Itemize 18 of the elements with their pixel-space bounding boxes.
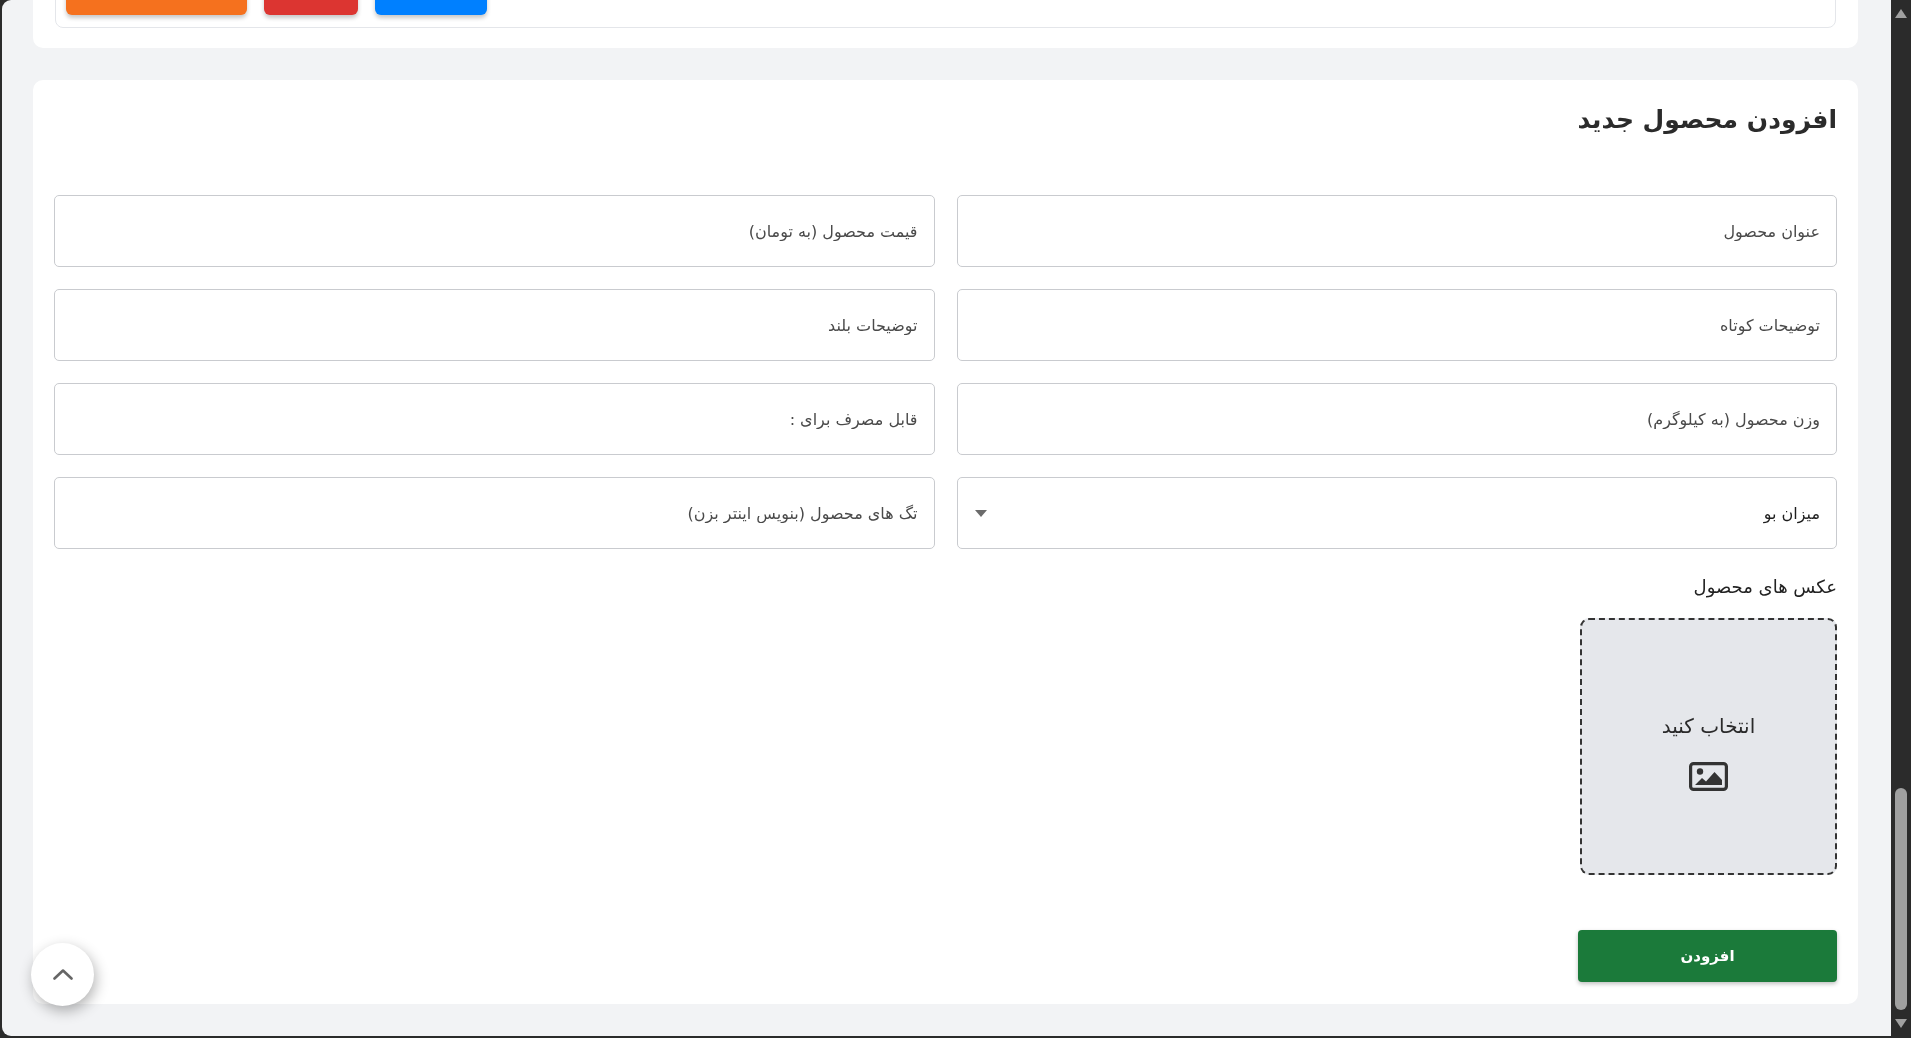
scroll-up-arrow-icon[interactable] xyxy=(1895,9,1907,18)
input-field[interactable]: عنوان محصول xyxy=(956,195,1837,267)
dropdown[interactable]: میزان بو xyxy=(956,477,1837,549)
section-label: عکس های محصول xyxy=(1693,575,1837,599)
image-drop-zone[interactable]: انتخاب کنید xyxy=(1580,618,1837,875)
input-field[interactable]: قیمت محصول (به تومان) xyxy=(54,195,935,267)
input-field[interactable]: تگ های محصول (بنویس اینتر بزن) xyxy=(54,477,935,549)
image-icon xyxy=(1689,762,1728,791)
input-field[interactable]: قابل مصرف برای : xyxy=(54,383,935,455)
caret-icon xyxy=(974,509,987,517)
input-field[interactable]: وزن محصول (به کیلوگرم) xyxy=(956,383,1837,455)
scroll-down-arrow-icon[interactable] xyxy=(1895,1019,1907,1028)
submit-button[interactable]: افزودن xyxy=(1578,930,1837,982)
input-field[interactable]: توضیحات بلند xyxy=(54,289,935,361)
chevron-up-icon xyxy=(52,969,73,980)
scrollbar-thumb[interactable] xyxy=(1895,788,1907,1010)
input-field[interactable]: توضیحات کوتاه xyxy=(956,289,1837,361)
form-title: افزودن محصول جدید xyxy=(1577,104,1837,137)
